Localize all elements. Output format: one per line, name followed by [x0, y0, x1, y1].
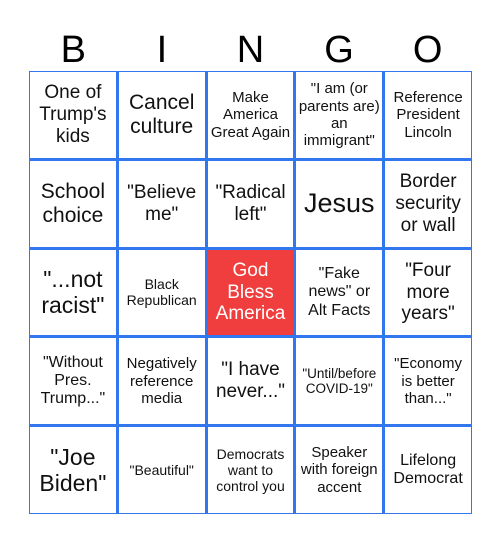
bingo-cell[interactable]: School choice: [30, 160, 116, 247]
bingo-cell[interactable]: "I am (or parents are) an immigrant": [296, 72, 383, 158]
header-letter-o: O: [412, 29, 443, 71]
bingo-cell[interactable]: Jesus: [296, 160, 383, 247]
bingo-header: B I N G O: [29, 28, 472, 72]
header-letter-b: B: [60, 29, 86, 71]
bingo-cell[interactable]: Black Republican: [118, 249, 205, 336]
bingo-cell[interactable]: Border security or wall: [385, 160, 471, 247]
bingo-cell[interactable]: "Radical left": [207, 160, 294, 247]
bingo-cell[interactable]: "Beautiful": [118, 427, 205, 513]
bingo-cell[interactable]: "Until/before COVID-19": [296, 338, 383, 425]
free-space-cell[interactable]: God Bless America: [207, 249, 294, 336]
bingo-cell[interactable]: Speaker with foreign accent: [296, 427, 383, 513]
header-letter-i: I: [156, 29, 168, 71]
bingo-cell[interactable]: "Economy is better than...": [385, 338, 471, 425]
bingo-cell[interactable]: "I have never...": [207, 338, 294, 425]
bingo-card: One of Trump's kids Cancel culture Make …: [29, 71, 472, 514]
bingo-cell[interactable]: One of Trump's kids: [30, 72, 116, 158]
bingo-cell[interactable]: "Without Pres. Trump...": [30, 338, 116, 425]
bingo-cell[interactable]: Cancel culture: [118, 72, 205, 158]
bingo-cell[interactable]: "Fake news" or Alt Facts: [296, 249, 383, 336]
header-letter-g: G: [324, 29, 354, 71]
bingo-cell[interactable]: Lifelong Democrat: [385, 427, 471, 513]
header-letter-n: N: [236, 29, 265, 71]
bingo-cell[interactable]: Democrats want to control you: [207, 427, 294, 513]
bingo-cell[interactable]: Make America Great Again: [207, 72, 294, 158]
bingo-cell[interactable]: "Joe Biden": [30, 427, 116, 513]
bingo-cell[interactable]: Reference President Lincoln: [385, 72, 471, 158]
bingo-cell[interactable]: "...not racist": [30, 249, 116, 336]
bingo-cell[interactable]: "Four more years": [385, 249, 471, 336]
bingo-cell[interactable]: Negatively reference media: [118, 338, 205, 425]
bingo-cell[interactable]: "Believe me": [118, 160, 205, 247]
